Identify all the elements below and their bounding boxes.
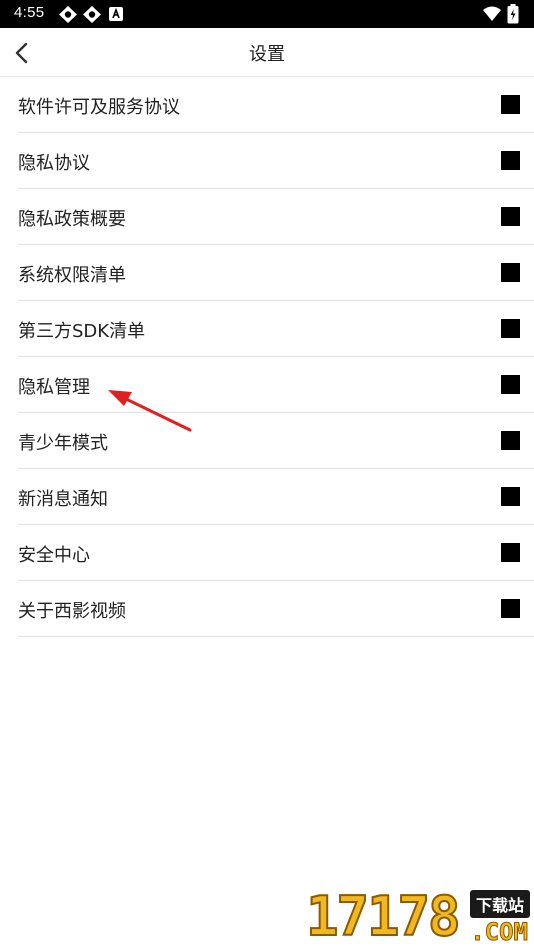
settings-notify-icon [59, 6, 77, 23]
settings-item-notifications[interactable]: 新消息通知 [18, 469, 534, 525]
settings-list: 软件许可及服务协议 隐私协议 隐私政策概要 系统权限清单 第三方SDK清单 隐私… [18, 77, 534, 637]
settings-item-about[interactable]: 关于西影视频 [18, 581, 534, 637]
settings-item-permissions[interactable]: 系统权限清单 [18, 245, 534, 301]
settings-item-privacy-agreement[interactable]: 隐私协议 [18, 133, 534, 189]
watermark-suffix: .COM [470, 918, 529, 947]
square-icon [501, 95, 520, 114]
square-icon [501, 543, 520, 562]
square-icon [501, 375, 520, 394]
settings-item-label: 隐私政策概要 [18, 209, 126, 230]
settings-item-label: 软件许可及服务协议 [18, 97, 180, 118]
square-icon [501, 431, 520, 450]
settings-item-youth-mode[interactable]: 青少年模式 [18, 413, 534, 469]
settings-item-third-party-sdk[interactable]: 第三方SDK清单 [18, 301, 534, 357]
status-time: 4:55 [14, 4, 45, 21]
settings-item-security-center[interactable]: 安全中心 [18, 525, 534, 581]
settings-item-label: 隐私管理 [18, 377, 90, 398]
settings-item-label: 关于西影视频 [18, 601, 126, 622]
settings-item-privacy-management[interactable]: 隐私管理 [18, 357, 534, 413]
page-title: 设置 [249, 44, 285, 65]
battery-icon [507, 4, 519, 24]
settings-item-license[interactable]: 软件许可及服务协议 [18, 77, 534, 133]
settings-item-label: 隐私协议 [18, 153, 90, 174]
settings-item-label: 安全中心 [18, 545, 90, 566]
top-app-bar: 设置 [0, 28, 534, 77]
settings-item-privacy-summary[interactable]: 隐私政策概要 [18, 189, 534, 245]
watermark-digits: 17178 [305, 884, 462, 949]
settings-notify-icon [83, 6, 101, 23]
square-icon [501, 319, 520, 338]
watermark-logo: 17178 下载站 .COM [305, 884, 534, 950]
square-icon [501, 151, 520, 170]
a-app-icon [109, 7, 123, 21]
settings-item-label: 第三方SDK清单 [18, 321, 146, 342]
square-icon [501, 599, 520, 618]
annotation-arrow-icon [108, 390, 192, 432]
settings-item-label: 青少年模式 [18, 433, 108, 454]
square-icon [501, 207, 520, 226]
square-icon [501, 487, 520, 506]
status-bar: 4:55 [0, 0, 534, 28]
settings-item-label: 新消息通知 [18, 489, 108, 510]
square-icon [501, 263, 520, 282]
settings-item-label: 系统权限清单 [18, 265, 126, 286]
watermark-badge: 下载站 [469, 890, 530, 918]
wifi-icon [483, 6, 501, 21]
